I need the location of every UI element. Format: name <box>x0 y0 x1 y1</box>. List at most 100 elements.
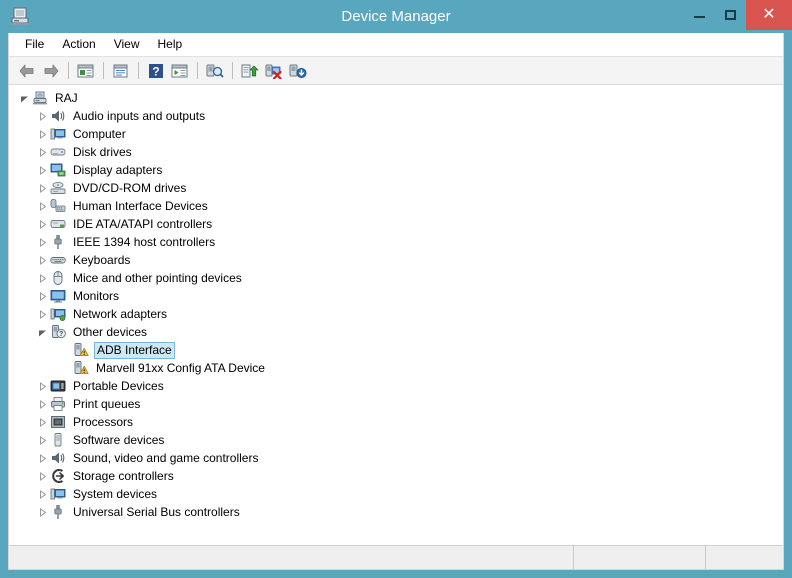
tree-node-ieee-1394-host-controllers[interactable]: IEEE 1394 host controllers <box>9 233 783 251</box>
computer-icon <box>50 126 66 142</box>
speaker-icon <box>50 108 66 124</box>
computer-root-icon <box>32 90 48 106</box>
tree-node-label: Sound, video and game controllers <box>73 450 259 465</box>
svg-text:?: ? <box>59 331 63 338</box>
show-hide-console-tree-button[interactable] <box>74 60 97 82</box>
unknown-device-warning-icon <box>73 360 89 376</box>
device-tree[interactable]: RAJ Audio inputs and outputs Computer Di… <box>9 85 783 545</box>
menu-item-action[interactable]: Action <box>53 34 104 55</box>
help-button[interactable]: ? <box>144 60 167 82</box>
expand-arrow-icon[interactable] <box>35 323 50 341</box>
close-button[interactable]: ✕ <box>746 0 792 30</box>
tree-node-software-devices[interactable]: Software devices <box>9 431 783 449</box>
uninstall-device-icon <box>265 64 282 79</box>
tree-node-display-adapters[interactable]: Display adapters <box>9 161 783 179</box>
scan-hardware-icon <box>206 64 224 78</box>
collapse-arrow-icon[interactable] <box>35 197 50 215</box>
collapse-arrow-icon[interactable] <box>35 485 50 503</box>
collapse-arrow-icon[interactable] <box>35 233 50 251</box>
tree-node-label: Disk drives <box>73 144 132 159</box>
collapse-arrow-icon[interactable] <box>35 215 50 233</box>
tree-node-disk-drives[interactable]: Disk drives <box>9 143 783 161</box>
tree-node-marvell-91xx-config-ata-device[interactable]: Marvell 91xx Config ATA Device <box>9 359 783 377</box>
collapse-arrow-icon[interactable] <box>35 449 50 467</box>
tree-node-label: Software devices <box>73 432 165 447</box>
window-title: Device Manager <box>341 8 451 25</box>
maximize-button[interactable] <box>715 0 746 30</box>
tree-node-network-adapters[interactable]: Network adapters <box>9 305 783 323</box>
collapse-arrow-icon[interactable] <box>35 431 50 449</box>
collapse-arrow-icon[interactable] <box>35 269 50 287</box>
menu-item-view[interactable]: View <box>105 34 149 55</box>
collapse-arrow-icon[interactable] <box>35 467 50 485</box>
tree-node-other-devices[interactable]: ? Other devices <box>9 323 783 341</box>
tree-node-processors[interactable]: Processors <box>9 413 783 431</box>
collapse-arrow-icon[interactable] <box>35 161 50 179</box>
usb-icon <box>50 504 66 520</box>
show-hide-action-pane-button[interactable] <box>168 60 191 82</box>
uninstall-device-button[interactable] <box>262 60 285 82</box>
tree-node-label: System devices <box>73 486 158 501</box>
monitor-icon <box>50 288 66 304</box>
collapse-arrow-icon[interactable] <box>35 413 50 431</box>
collapse-arrow-icon[interactable] <box>35 143 50 161</box>
tree-node-monitors[interactable]: Monitors <box>9 287 783 305</box>
action-pane-icon <box>171 64 188 77</box>
collapse-arrow-icon[interactable] <box>35 395 50 413</box>
tree-node-label: Universal Serial Bus controllers <box>73 504 240 519</box>
tree-node-computer[interactable]: Computer <box>9 125 783 143</box>
toolbar-separator <box>138 62 139 79</box>
tree-node-label: Network adapters <box>73 306 168 321</box>
menu-bar: File Action View Help <box>9 33 783 57</box>
collapse-arrow-icon[interactable] <box>35 503 50 521</box>
collapse-arrow-icon[interactable] <box>35 125 50 143</box>
menu-item-file[interactable]: File <box>16 34 53 55</box>
other-device-question-icon: ? <box>50 324 66 340</box>
tree-node-label: Audio inputs and outputs <box>73 108 206 123</box>
tree-node-label: Keyboards <box>73 252 131 267</box>
tree-node-universal-serial-bus-controllers[interactable]: Universal Serial Bus controllers <box>9 503 783 521</box>
tree-node-adb-interface[interactable]: ADB Interface <box>9 341 783 359</box>
status-pane-third <box>705 546 783 569</box>
collapse-arrow-icon[interactable] <box>35 107 50 125</box>
tree-node-mice-and-other-pointing-devices[interactable]: Mice and other pointing devices <box>9 269 783 287</box>
tree-node-storage-controllers[interactable]: Storage controllers <box>9 467 783 485</box>
tree-node-label: Print queues <box>73 396 141 411</box>
tree-node-raj[interactable]: RAJ <box>9 89 783 107</box>
tree-node-label: Storage controllers <box>73 468 174 483</box>
tree-node-label: RAJ <box>55 90 78 105</box>
menu-item-help[interactable]: Help <box>149 34 192 55</box>
tree-node-print-queues[interactable]: Print queues <box>9 395 783 413</box>
minimize-button[interactable] <box>684 0 715 30</box>
computer-icon <box>50 486 66 502</box>
collapse-arrow-icon[interactable] <box>35 251 50 269</box>
properties-button[interactable] <box>109 60 132 82</box>
scan-for-hardware-changes-button[interactable] <box>203 60 226 82</box>
forward-arrow-icon <box>44 64 58 77</box>
toolbar-separator <box>68 62 69 79</box>
maximize-icon <box>725 10 736 20</box>
update-driver-button[interactable] <box>238 60 261 82</box>
collapse-arrow-icon[interactable] <box>35 305 50 323</box>
forward-button[interactable] <box>39 60 62 82</box>
disable-device-button[interactable] <box>286 60 309 82</box>
tree-node-ide-ata-atapi-controllers[interactable]: IDE ATA/ATAPI controllers <box>9 215 783 233</box>
tree-node-audio-inputs-and-outputs[interactable]: Audio inputs and outputs <box>9 107 783 125</box>
tree-node-human-interface-devices[interactable]: Human Interface Devices <box>9 197 783 215</box>
status-pane-main <box>9 546 573 569</box>
status-bar <box>9 545 783 569</box>
toolbar: ? <box>9 57 783 85</box>
expand-arrow-icon[interactable] <box>17 89 32 107</box>
back-button[interactable] <box>15 60 38 82</box>
tree-node-keyboards[interactable]: Keyboards <box>9 251 783 269</box>
tree-node-dvd-cd-rom-drives[interactable]: DVD/CD-ROM drives <box>9 179 783 197</box>
client-area: File Action View Help ? RAJ Audio inputs… <box>8 33 784 570</box>
collapse-arrow-icon[interactable] <box>35 377 50 395</box>
tree-node-system-devices[interactable]: System devices <box>9 485 783 503</box>
tree-node-portable-devices[interactable]: Portable Devices <box>9 377 783 395</box>
collapse-arrow-icon[interactable] <box>35 287 50 305</box>
disable-device-icon <box>289 64 306 78</box>
tree-node-sound-video-and-game-controllers[interactable]: Sound, video and game controllers <box>9 449 783 467</box>
collapse-arrow-icon[interactable] <box>35 179 50 197</box>
tree-node-label: Portable Devices <box>73 378 164 393</box>
